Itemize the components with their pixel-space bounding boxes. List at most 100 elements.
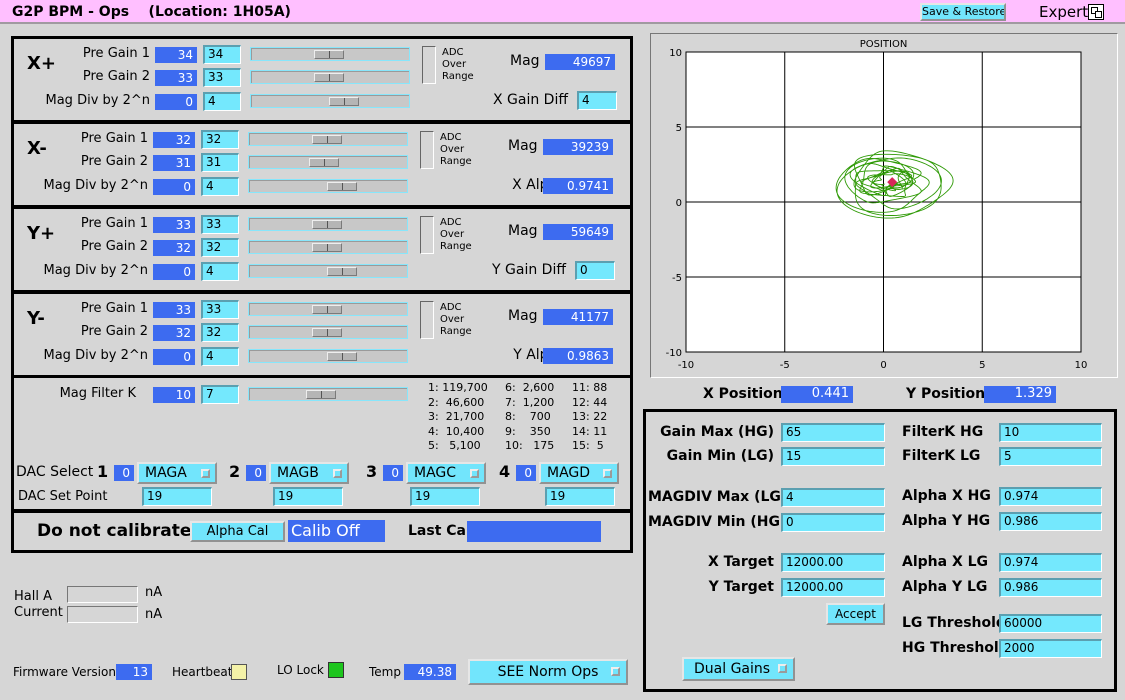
mag-div-slider[interactable]: [248, 264, 408, 278]
adc-over-range-indicator: [420, 301, 434, 339]
pre-gain-1-slider[interactable]: [248, 132, 408, 146]
filter-table-entry: 3: 21,700: [428, 410, 485, 424]
setting-input[interactable]: 2000: [999, 639, 1102, 658]
setting-input[interactable]: 0.986: [999, 512, 1102, 531]
see-norm-ops-button[interactable]: SEE Norm Ops: [468, 659, 628, 685]
mag-div-input[interactable]: 4: [201, 262, 239, 281]
pre-gain-1-input[interactable]: 34: [203, 45, 241, 64]
pre-gain-1-input[interactable]: 33: [201, 300, 239, 319]
window-title: G2P BPM - Ops (Location: 1H05A): [12, 4, 291, 20]
heartbeat-indicator: [231, 664, 247, 680]
save-restore-button[interactable]: Save & Restore: [920, 3, 1006, 21]
mag-div-slider[interactable]: [250, 94, 410, 108]
pre-gain-1-slider[interactable]: [250, 47, 410, 61]
mag-div-input[interactable]: 4: [203, 92, 241, 111]
setting-label: MAGDIV Min (HG): [648, 514, 787, 530]
window-icon[interactable]: [1088, 4, 1104, 20]
slider-thumb[interactable]: [312, 243, 342, 252]
setting-input[interactable]: 0.986: [999, 578, 1102, 597]
setting-input[interactable]: 15: [781, 447, 885, 466]
accept-button[interactable]: Accept: [826, 603, 885, 625]
setting-input[interactable]: 12000.00: [781, 553, 885, 572]
mag-filter-input[interactable]: 7: [201, 385, 239, 404]
pre-gain-2-slider[interactable]: [248, 155, 408, 169]
alpha-cal-button[interactable]: Alpha Cal: [190, 521, 285, 542]
dac-channel-menu[interactable]: MAGB: [269, 462, 349, 484]
pre-gain-2-readback: 31: [153, 155, 195, 171]
slider-thumb[interactable]: [312, 135, 342, 144]
slider-thumb[interactable]: [309, 158, 339, 167]
pre-gain-2-input[interactable]: 31: [201, 153, 239, 172]
x-tick-label: -5: [780, 360, 790, 371]
setting-input[interactable]: 4: [781, 488, 885, 507]
dac-setpoint-input[interactable]: 19: [273, 487, 343, 506]
mag-value: 59649: [543, 224, 613, 240]
extra-input[interactable]: 4: [577, 91, 617, 110]
adc-label: Range: [440, 241, 472, 252]
slider-thumb[interactable]: [306, 390, 336, 399]
filter-table-entry: 8: 700: [505, 410, 551, 424]
slider-thumb[interactable]: [312, 305, 342, 314]
pre-gain-2-slider[interactable]: [250, 70, 410, 84]
mag-filter-slider[interactable]: [248, 387, 408, 401]
dac-setpoint-input[interactable]: 19: [545, 487, 615, 506]
slider-thumb[interactable]: [314, 73, 344, 82]
setting-input[interactable]: 65: [781, 423, 885, 442]
slider-thumb[interactable]: [327, 182, 357, 191]
pre-gain-2-input[interactable]: 33: [203, 68, 241, 87]
pre-gain-2-input[interactable]: 32: [201, 238, 239, 257]
mag-div-input[interactable]: 4: [201, 177, 239, 196]
setting-input[interactable]: 12000.00: [781, 578, 885, 597]
adc-label: Over: [440, 314, 465, 325]
setting-label: X Target: [708, 554, 774, 570]
setting-input[interactable]: 0.974: [999, 487, 1102, 506]
slider-thumb[interactable]: [312, 328, 342, 337]
extra-input[interactable]: 0: [575, 261, 615, 280]
dac-channel-menu-label: MAGA: [145, 465, 187, 481]
pre-gain-1-readback: 32: [153, 132, 195, 148]
mag-div-slider[interactable]: [248, 179, 408, 193]
plot-title: POSITION: [860, 39, 908, 50]
setting-input[interactable]: 10: [999, 423, 1102, 442]
setting-input[interactable]: 60000: [999, 614, 1102, 633]
pre-gain-1-input[interactable]: 32: [201, 130, 239, 149]
filter-table-entry: 10: 175: [505, 439, 555, 453]
slider-thumb[interactable]: [329, 97, 359, 106]
slider-thumb[interactable]: [327, 352, 357, 361]
dac-channel-menu[interactable]: MAGC: [406, 462, 486, 484]
mag-div-readback: 0: [153, 264, 195, 280]
dac-channel-menu[interactable]: MAGA: [137, 462, 217, 484]
pre-gain-2-input[interactable]: 32: [201, 323, 239, 342]
heartbeat-label: Heartbeat: [172, 665, 233, 679]
setting-label: FilterK HG: [902, 424, 984, 440]
dac-channel-number: 2: [229, 462, 241, 481]
x-position-value: 0.441: [781, 386, 853, 403]
pre-gain-1-slider[interactable]: [248, 217, 408, 231]
dac-channel-menu-label: MAGC: [414, 465, 457, 481]
slider-thumb[interactable]: [314, 50, 344, 59]
setting-label: Alpha X LG: [902, 554, 989, 570]
y-position-value: 1.329: [984, 386, 1056, 403]
mag-div-slider[interactable]: [248, 349, 408, 363]
adc-label: ADC: [440, 302, 462, 313]
dac-setpoint-input[interactable]: 19: [142, 487, 212, 506]
dual-gains-button[interactable]: Dual Gains: [682, 657, 795, 681]
mag-div-input[interactable]: 4: [201, 347, 239, 366]
pre-gain-1-slider[interactable]: [248, 302, 408, 316]
setting-input[interactable]: 0.974: [999, 553, 1102, 572]
setting-input[interactable]: 0: [781, 513, 885, 532]
setting-input[interactable]: 5: [999, 447, 1102, 466]
adc-label: ADC: [442, 47, 464, 58]
extra-label: X Gain Diff: [493, 92, 568, 108]
slider-thumb[interactable]: [312, 220, 342, 229]
extra-label: Y Gain Diff: [492, 262, 566, 278]
dac-setpoint-input[interactable]: 19: [410, 487, 480, 506]
x-tick-label: 5: [979, 360, 985, 371]
slider-thumb[interactable]: [327, 267, 357, 276]
pre-gain-2-slider[interactable]: [248, 240, 408, 254]
dac-channel-menu[interactable]: MAGD: [539, 462, 619, 484]
pre-gain-2-slider[interactable]: [248, 325, 408, 339]
pre-gain-1-input[interactable]: 33: [201, 215, 239, 234]
setting-label: Alpha Y LG: [902, 579, 988, 595]
pre-gain-2-readback: 32: [153, 325, 195, 341]
